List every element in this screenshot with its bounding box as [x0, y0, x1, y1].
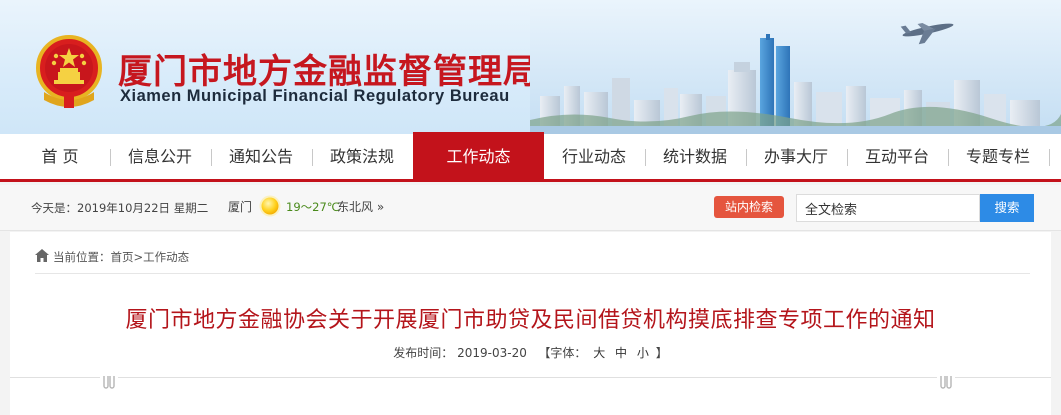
weather-city: 厦门 — [228, 200, 253, 214]
nav-divider — [312, 149, 313, 166]
nav-divider — [746, 149, 747, 166]
current-date: 今天是：2019年10月22日 星期二 — [31, 201, 209, 215]
nav-item-notices[interactable]: 通知公告 — [213, 134, 309, 179]
font-size-label: 【字体： — [538, 346, 587, 360]
clip-decoration-icon — [937, 373, 955, 391]
search-button[interactable]: 搜索 — [980, 194, 1034, 222]
nav-divider — [948, 149, 949, 166]
national-emblem-icon — [36, 35, 102, 108]
nav-item-special-topics[interactable]: 专题专栏 — [950, 134, 1046, 179]
sun-icon — [259, 195, 281, 217]
site-search-tag: 站内检索 — [714, 196, 784, 218]
breadcrumb-divider — [35, 273, 1030, 274]
article-title: 厦门市地方金融协会关于开展厦门市助贷及民间借贷机构摸底排查专项工作的通知 — [125, 308, 936, 333]
nav-item-industry-news[interactable]: 行业动态 — [546, 134, 642, 179]
nav-item-policies[interactable]: 政策法规 — [314, 134, 410, 179]
wind-direction-link[interactable]: 东北风 » — [337, 198, 384, 215]
font-size-close: 】 — [655, 346, 668, 360]
home-icon — [35, 249, 49, 262]
font-size-large-button[interactable]: 大 — [590, 346, 608, 360]
nav-item-home[interactable]: 首 页 — [12, 134, 108, 179]
nav-item-service-hall[interactable]: 办事大厅 — [748, 134, 844, 179]
article-panel: 当前位置：首页>工作动态 厦门市地方金融协会关于开展厦门市助贷及民间借贷机构摸底… — [10, 232, 1051, 415]
site-subtitle: Xiamen Municipal Financial Regulatory Bu… — [120, 87, 510, 105]
nav-divider — [211, 149, 212, 166]
nav-item-interaction[interactable]: 互动平台 — [849, 134, 945, 179]
font-size-small-button[interactable]: 小 — [634, 346, 652, 360]
font-size-medium-button[interactable]: 中 — [612, 346, 630, 360]
site-title: 厦门市地方金融监督管理局 — [118, 52, 538, 92]
city-skyline-image — [530, 0, 1061, 134]
nav-divider — [110, 149, 111, 166]
publish-date-label: 发布时间： — [393, 346, 454, 360]
search-input[interactable] — [796, 194, 980, 222]
nav-item-work-news[interactable]: 工作动态 — [413, 132, 544, 179]
nav-divider — [1049, 149, 1050, 166]
meta-divider — [10, 377, 1051, 378]
breadcrumb[interactable]: 当前位置：首页>工作动态 — [53, 249, 189, 265]
publish-date: 2019-03-20 — [457, 346, 527, 360]
info-bar: 今天是：2019年10月22日 星期二 厦门 19～27℃ 东北风 » 站内检索… — [0, 185, 1061, 231]
nav-divider — [847, 149, 848, 166]
nav-item-statistics[interactable]: 统计数据 — [647, 134, 743, 179]
nav-item-info-disclosure[interactable]: 信息公开 — [112, 134, 208, 179]
article-meta: 发布时间： 2019-03-20 【字体： 大 中 小 】 — [10, 344, 1051, 361]
temperature: 19～27℃ — [286, 200, 340, 214]
nav-divider — [645, 149, 646, 166]
header-banner: 厦门市地方金融监督管理局 Xiamen Municipal Financial … — [0, 0, 1061, 134]
clip-decoration-icon — [100, 373, 118, 391]
main-nav: 首 页 信息公开 通知公告 政策法规 工作动态 行业动态 统计数据 办事大厅 互… — [0, 132, 1061, 182]
